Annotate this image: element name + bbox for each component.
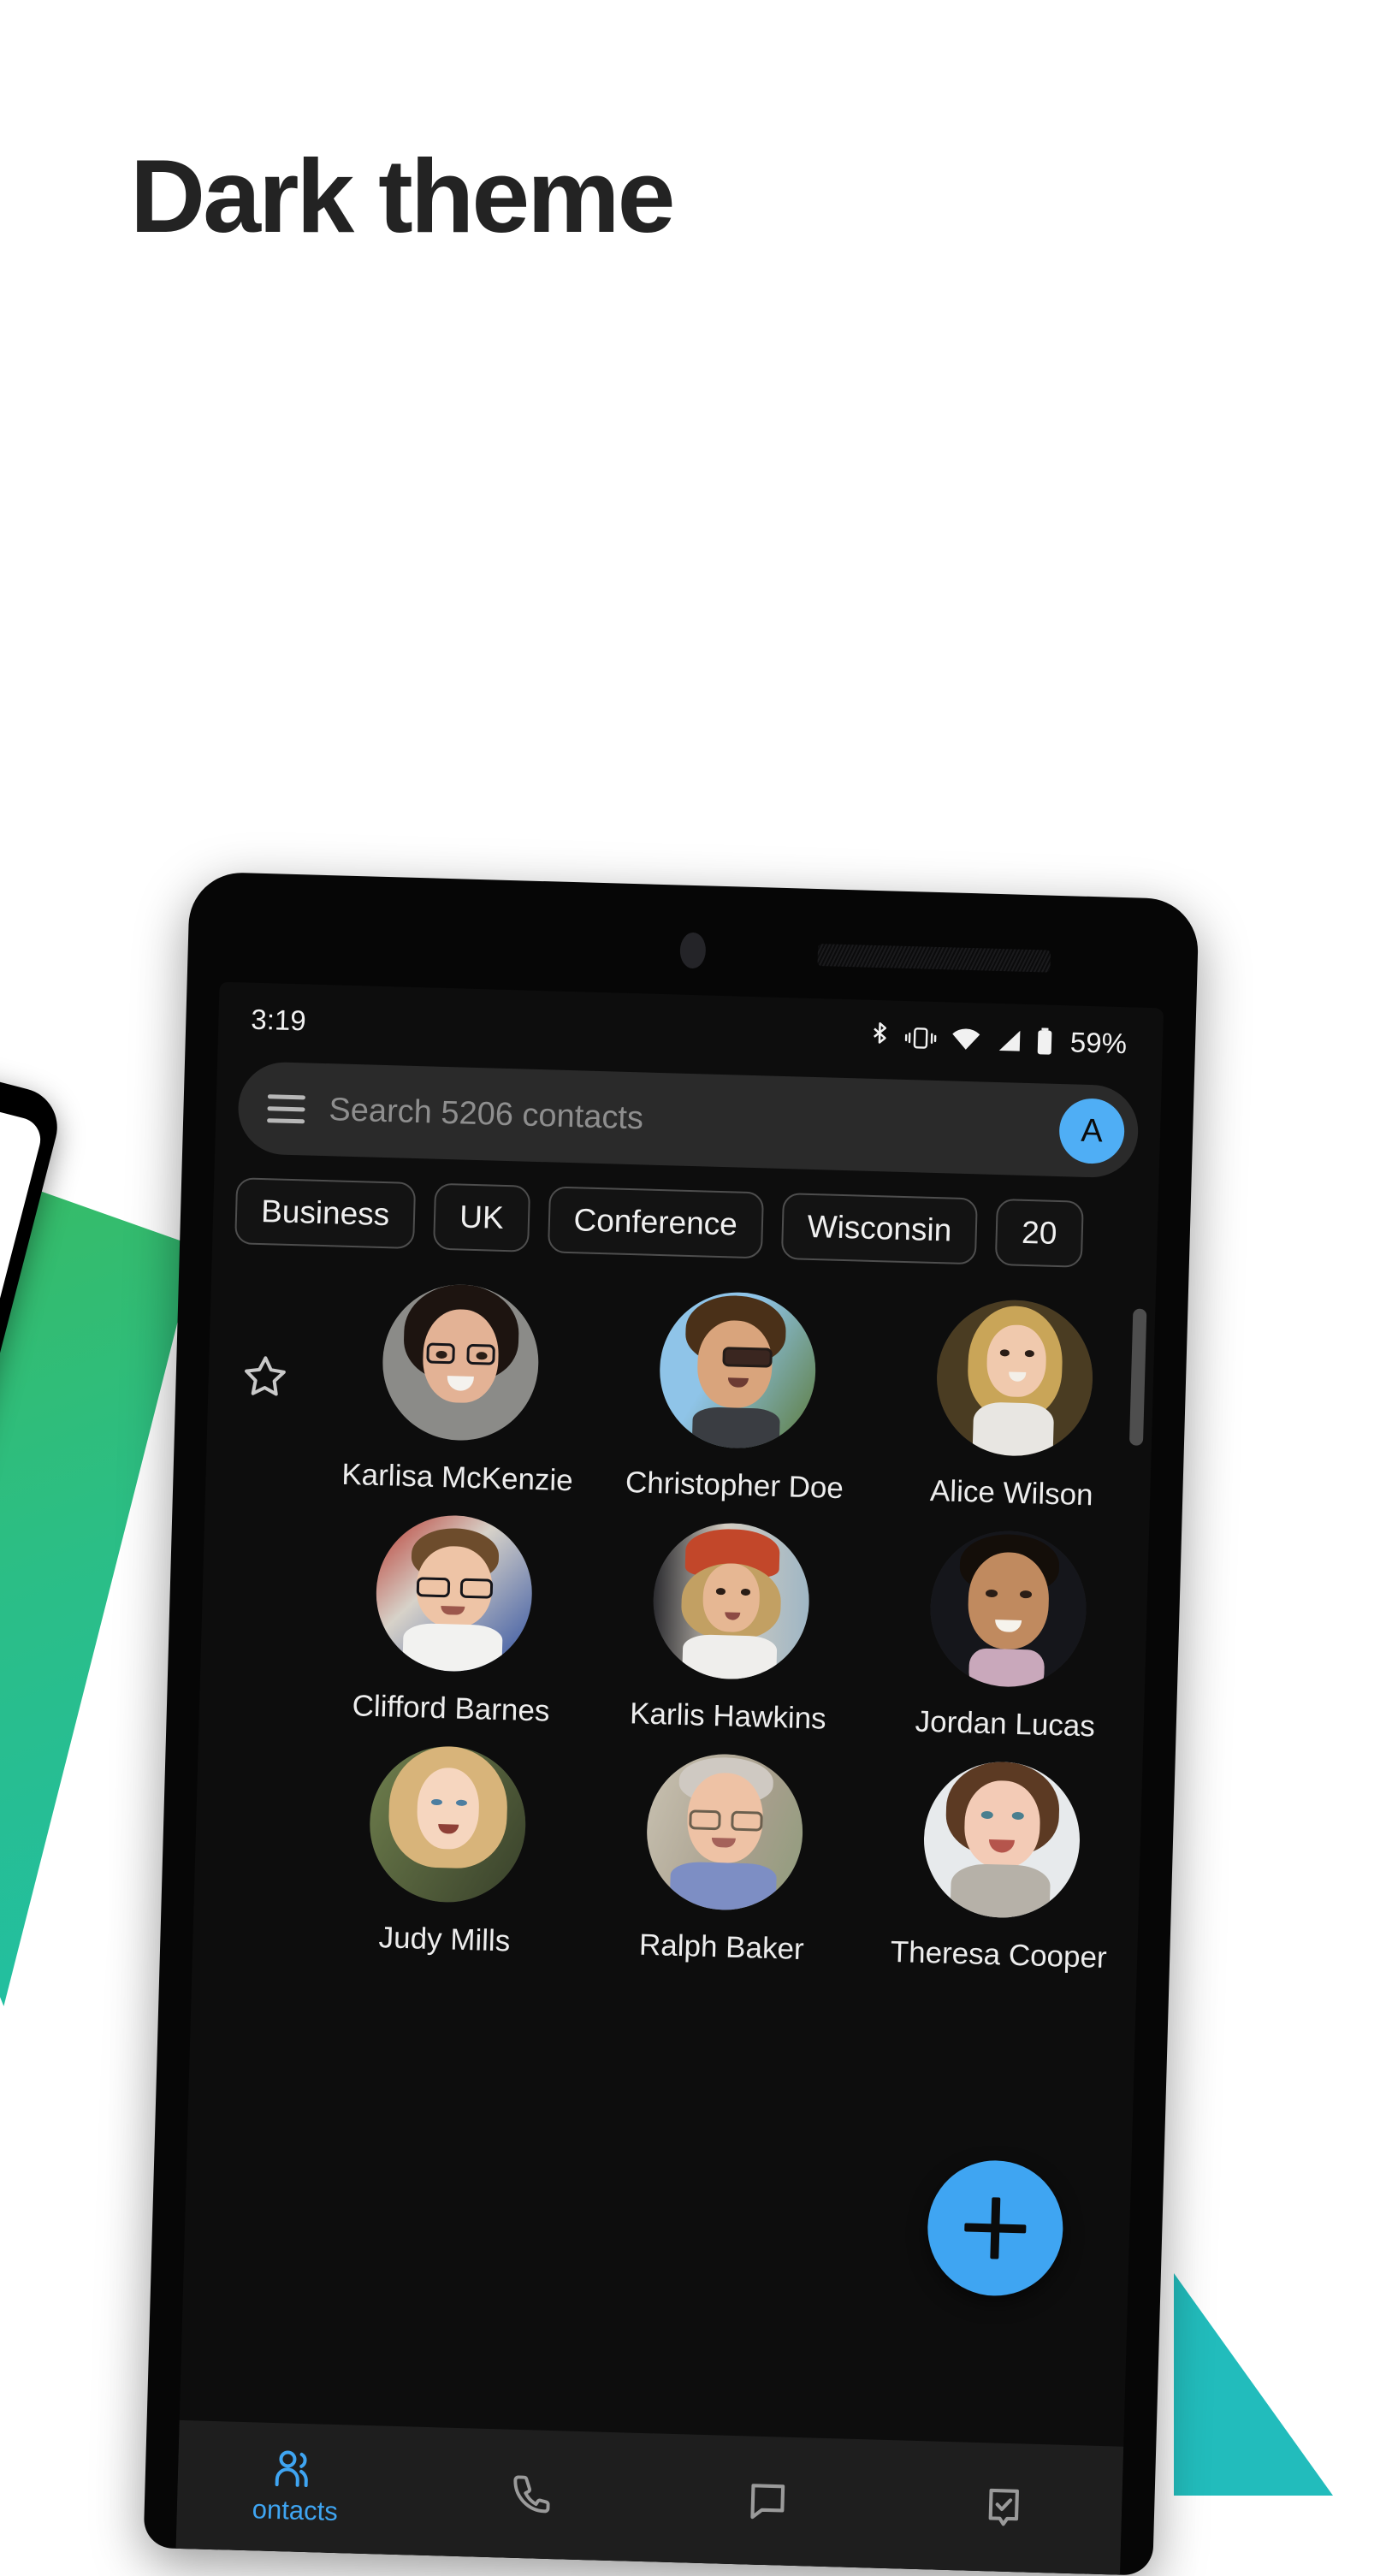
contacts-grid: Karlisa McKenzie Christopher Doe Alice W…: [192, 1262, 1156, 1976]
contact-name: Theresa Cooper: [890, 1934, 1108, 1975]
avatar: [367, 1744, 528, 1904]
teal-brand-shape: [1174, 2273, 1333, 2496]
avatar: [374, 1513, 535, 1673]
grid-spacer: [192, 1724, 311, 1953]
front-camera-icon: [679, 932, 707, 969]
filter-chip-partial[interactable]: 20: [995, 1199, 1084, 1268]
nav-label-contacts: ontacts: [252, 2494, 339, 2527]
cell-signal-icon: [995, 1028, 1023, 1053]
phone-screen: 3:19 59% Search 5206 contacts A Business…: [175, 981, 1164, 2575]
contact-cell[interactable]: Theresa Cooper: [860, 1743, 1143, 1976]
contact-cell[interactable]: Karlis Hawkins: [589, 1504, 872, 1738]
phone-icon: [513, 2475, 550, 2514]
hamburger-icon[interactable]: [267, 1093, 305, 1123]
status-icons: 59%: [868, 1021, 1128, 1060]
battery-icon: [1036, 1027, 1054, 1056]
avatar: [934, 1298, 1095, 1459]
avatar: [921, 1759, 1082, 1920]
bluetooth-icon: [868, 1022, 891, 1053]
message-icon: [750, 2484, 785, 2520]
contact-cell[interactable]: Judy Mills: [305, 1727, 589, 1961]
nav-item-contacts[interactable]: ontacts: [176, 2446, 414, 2530]
avatar: [380, 1282, 541, 1443]
contact-cell[interactable]: Clifford Barnes: [312, 1496, 595, 1730]
filter-chip-uk[interactable]: UK: [433, 1182, 530, 1252]
contact-cell[interactable]: Karlisa McKenzie: [318, 1265, 601, 1499]
filter-chip-business[interactable]: Business: [234, 1177, 417, 1250]
bottom-navigation-bar[interactable]: ontacts: [175, 2419, 1124, 2575]
grid-spacer: [199, 1493, 318, 1722]
wifi-icon: [951, 1027, 982, 1051]
contact-name: Jordan Lucas: [915, 1704, 1096, 1744]
favorites-star-icon[interactable]: [205, 1262, 324, 1491]
contact-cell[interactable]: Jordan Lucas: [866, 1512, 1149, 1745]
people-icon: [275, 2450, 308, 2488]
search-input[interactable]: Search 5206 contacts: [329, 1092, 1036, 1148]
foreground-phone-dark-theme: 3:19 59% Search 5206 contacts A Business…: [143, 871, 1199, 2576]
task-check-icon: [988, 2488, 1019, 2526]
contact-name: Christopher Doe: [625, 1466, 844, 1506]
contact-name: Karlisa McKenzie: [341, 1457, 574, 1498]
contact-name: Ralph Baker: [638, 1928, 805, 1967]
avatar: [644, 1751, 805, 1912]
nav-item-tasks[interactable]: [886, 2482, 1122, 2533]
earpiece-speaker-icon: [817, 944, 1051, 973]
account-avatar[interactable]: A: [1058, 1098, 1126, 1165]
contact-cell[interactable]: Alice Wilson: [873, 1281, 1156, 1514]
contact-cell[interactable]: Christopher Doe: [595, 1273, 879, 1507]
contact-name: Karlis Hawkins: [629, 1697, 827, 1736]
contact-name: Alice Wilson: [929, 1473, 1094, 1513]
contacts-grid-container[interactable]: Karlisa McKenzie Christopher Doe Alice W…: [180, 1262, 1156, 2446]
filter-chip-conference[interactable]: Conference: [547, 1186, 764, 1259]
contact-cell[interactable]: Ralph Baker: [583, 1735, 866, 1969]
nav-item-messages[interactable]: [649, 2475, 886, 2526]
page-title: Dark theme: [130, 138, 676, 254]
avatar: [657, 1290, 818, 1451]
avatar: [651, 1521, 812, 1682]
vibrate-icon: [904, 1024, 938, 1052]
plus-icon: [990, 2197, 1001, 2259]
status-time: 3:19: [250, 1003, 307, 1037]
contact-name: Clifford Barnes: [352, 1689, 550, 1728]
contact-name: Judy Mills: [378, 1921, 511, 1958]
battery-percent: 59%: [1069, 1026, 1128, 1060]
add-contact-fab[interactable]: [926, 2159, 1065, 2298]
nav-item-calls[interactable]: [413, 2469, 650, 2520]
filter-chip-wisconsin[interactable]: Wisconsin: [780, 1193, 979, 1265]
avatar: [928, 1529, 1089, 1690]
